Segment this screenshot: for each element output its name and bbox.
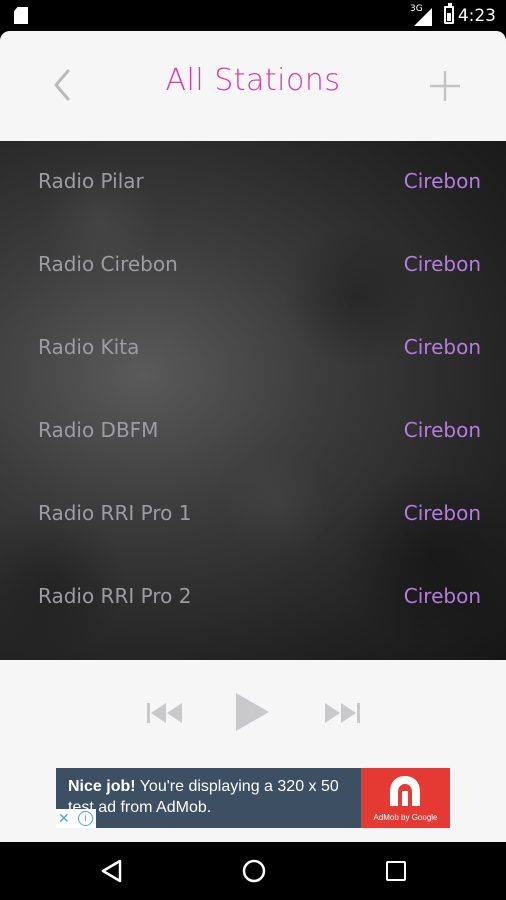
- station-name: Radio Kita: [38, 335, 140, 359]
- app-header: All Stations: [0, 31, 506, 141]
- station-row[interactable]: Radio Cirebon Cirebon: [0, 224, 506, 307]
- next-button[interactable]: [322, 702, 360, 724]
- info-icon[interactable]: i: [78, 811, 93, 826]
- nav-home-icon: [242, 859, 266, 883]
- skip-next-icon: [325, 703, 360, 723]
- station-name: Radio RRI Pro 1: [38, 501, 192, 525]
- add-station-button[interactable]: [428, 69, 462, 103]
- previous-button[interactable]: [147, 702, 185, 724]
- station-name: Radio Pilar: [38, 169, 144, 193]
- station-name: Radio Cirebon: [38, 252, 178, 276]
- system-nav-bar: [0, 842, 506, 900]
- player-controls: [0, 660, 506, 768]
- app-card: All Stations Radio Pilar Cirebon Radio C…: [0, 31, 506, 842]
- station-row[interactable]: Radio Kita Cirebon: [0, 307, 506, 390]
- station-city: Cirebon: [403, 501, 481, 525]
- nav-back-icon: [101, 859, 122, 883]
- battery-icon: [444, 3, 454, 24]
- clock: 4:23: [457, 6, 496, 26]
- station-city: Cirebon: [403, 584, 481, 608]
- station-name: Radio DBFM: [38, 418, 159, 442]
- nav-recents-button[interactable]: [386, 861, 406, 881]
- station-city: Cirebon: [403, 252, 481, 276]
- network-type: 3G: [410, 4, 423, 14]
- station-row[interactable]: Radio RRI Pro 1 Cirebon: [0, 473, 506, 556]
- nav-home-button[interactable]: [242, 859, 266, 883]
- ad-headline: Nice job!: [68, 778, 136, 795]
- ad-text: Nice job! You're displaying a 320 x 50 t…: [68, 776, 358, 818]
- station-city: Cirebon: [403, 335, 481, 359]
- station-row[interactable]: Radio DBFM Cirebon: [0, 390, 506, 473]
- ad-banner[interactable]: Nice job! You're displaying a 320 x 50 t…: [56, 768, 450, 828]
- plus-icon: [430, 71, 460, 101]
- ad-brand: AdMob by Google: [373, 813, 438, 822]
- station-city: Cirebon: [403, 169, 481, 193]
- admob-logo: AdMob by Google: [361, 768, 450, 828]
- sd-card-icon: [14, 7, 28, 24]
- station-list: Radio Pilar Cirebon Radio Cirebon Cirebo…: [0, 141, 506, 660]
- ad-choices[interactable]: ✕ i: [56, 809, 96, 828]
- nav-back-button[interactable]: [100, 859, 122, 883]
- play-icon: [236, 693, 269, 731]
- admob-logo-icon: [390, 776, 420, 806]
- station-name: Radio RRI Pro 2: [38, 584, 192, 608]
- skip-previous-icon: [147, 703, 182, 723]
- play-button[interactable]: [234, 692, 270, 732]
- station-city: Cirebon: [403, 418, 481, 442]
- status-bar: 3G 4:23: [0, 0, 506, 31]
- station-row[interactable]: Radio RRI Pro 2 Cirebon: [0, 556, 506, 639]
- close-icon[interactable]: ✕: [58, 810, 70, 827]
- station-row[interactable]: Radio Pilar Cirebon: [0, 141, 506, 224]
